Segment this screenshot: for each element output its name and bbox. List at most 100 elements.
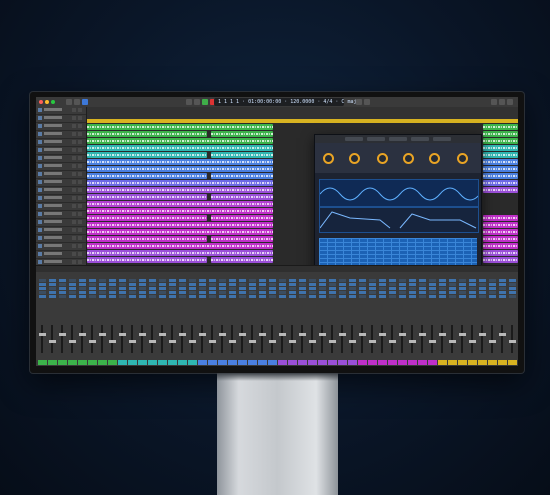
solo-button[interactable] [78, 148, 82, 152]
plugin-slot[interactable] [99, 291, 106, 294]
volume-fader[interactable] [509, 340, 516, 343]
channel-strip[interactable] [58, 273, 67, 365]
plugin-slot[interactable] [499, 291, 506, 294]
audio-region[interactable] [87, 243, 273, 249]
plugin-slot[interactable] [289, 287, 296, 290]
plugin-slot[interactable] [149, 291, 156, 294]
volume-fader[interactable] [59, 333, 66, 336]
play-button[interactable] [202, 99, 208, 105]
volume-fader[interactable] [369, 340, 376, 343]
pitch-knob[interactable] [323, 153, 334, 164]
track-header[interactable] [36, 131, 86, 139]
audio-region[interactable] [87, 145, 273, 151]
volume-fader[interactable] [449, 340, 456, 343]
solo-button[interactable] [78, 196, 82, 200]
channel-strip[interactable] [148, 273, 157, 365]
volume-fader[interactable] [439, 333, 446, 336]
editors-button[interactable] [82, 99, 88, 105]
plugin-slot[interactable] [399, 291, 406, 294]
plugin-slot[interactable] [339, 283, 346, 286]
plugin-slot[interactable] [39, 295, 46, 298]
mix-knob[interactable] [457, 153, 468, 164]
mute-button[interactable] [72, 116, 76, 120]
solo-button[interactable] [78, 236, 82, 240]
plugin-slot[interactable] [69, 291, 76, 294]
track-header[interactable] [36, 139, 86, 147]
plugin-slot[interactable] [179, 295, 186, 298]
plugin-slot[interactable] [329, 295, 336, 298]
plugin-slot[interactable] [369, 291, 376, 294]
plugin-slot[interactable] [109, 287, 116, 290]
plugin-slot[interactable] [139, 291, 146, 294]
track-header[interactable] [36, 163, 86, 171]
channel-strip[interactable] [68, 273, 77, 365]
plugin-slot[interactable] [239, 283, 246, 286]
plugin-slot[interactable] [69, 283, 76, 286]
channel-strip[interactable] [278, 273, 287, 365]
channel-strip[interactable] [218, 273, 227, 365]
audio-region[interactable] [87, 152, 207, 158]
plugin-slot[interactable] [499, 287, 506, 290]
channel-strip[interactable] [88, 273, 97, 365]
channel-strip[interactable] [228, 273, 237, 365]
plugin-slot[interactable] [239, 287, 246, 290]
volume-fader[interactable] [269, 340, 276, 343]
plugin-slot[interactable] [259, 283, 266, 286]
volume-fader[interactable] [149, 340, 156, 343]
plugin-slot[interactable] [439, 287, 446, 290]
plugin-slot[interactable] [369, 287, 376, 290]
rewind-button[interactable] [186, 99, 192, 105]
plugin-slot[interactable] [439, 291, 446, 294]
plugin-slot[interactable] [389, 291, 396, 294]
plugin-slot[interactable] [39, 287, 46, 290]
volume-fader[interactable] [119, 333, 126, 336]
plugin-slot[interactable] [339, 291, 346, 294]
mute-button[interactable] [72, 188, 76, 192]
mute-button[interactable] [72, 212, 76, 216]
plugin-slot[interactable] [309, 283, 316, 286]
plugin-slot[interactable] [99, 283, 106, 286]
volume-fader[interactable] [409, 340, 416, 343]
plugin-slot[interactable] [129, 287, 136, 290]
plugin-slot[interactable] [99, 287, 106, 290]
channel-strip[interactable] [478, 273, 487, 365]
modulation-display[interactable] [319, 207, 479, 233]
plugin-slot[interactable] [249, 279, 256, 282]
plugin-slot[interactable] [59, 283, 66, 286]
mute-button[interactable] [72, 236, 76, 240]
volume-fader[interactable] [379, 333, 386, 336]
solo-button[interactable] [78, 164, 82, 168]
plugin-slot[interactable] [269, 295, 276, 298]
plugin-slot[interactable] [169, 287, 176, 290]
plugin-slot[interactable] [439, 283, 446, 286]
plugin-slot[interactable] [239, 279, 246, 282]
plugin-slot[interactable] [249, 287, 256, 290]
plugin-slot[interactable] [279, 295, 286, 298]
audio-region[interactable] [87, 208, 273, 214]
plugin-slot[interactable] [39, 279, 46, 282]
plugin-slot[interactable] [299, 279, 306, 282]
plugin-slot[interactable] [209, 279, 216, 282]
channel-strip[interactable] [48, 273, 57, 365]
plugin-slot[interactable] [369, 283, 376, 286]
mute-button[interactable] [72, 244, 76, 248]
plugin-slot[interactable] [339, 295, 346, 298]
volume-fader[interactable] [419, 333, 426, 336]
plugin-slot[interactable] [79, 283, 86, 286]
plugin-tab[interactable] [367, 137, 385, 141]
plugin-slot[interactable] [169, 291, 176, 294]
plugin-slot[interactable] [459, 295, 466, 298]
audio-region[interactable] [87, 131, 207, 137]
volume-fader[interactable] [359, 333, 366, 336]
plugin-slot[interactable] [189, 287, 196, 290]
volume-fader[interactable] [499, 333, 506, 336]
plugin-slot[interactable] [159, 291, 166, 294]
volume-fader[interactable] [129, 340, 136, 343]
plugin-slot[interactable] [379, 283, 386, 286]
plugin-tab[interactable] [389, 137, 407, 141]
track-header[interactable] [36, 115, 86, 123]
plugin-slot[interactable] [479, 279, 486, 282]
plugin-slot[interactable] [39, 283, 46, 286]
plugin-slot[interactable] [399, 283, 406, 286]
plugin-slot[interactable] [279, 283, 286, 286]
